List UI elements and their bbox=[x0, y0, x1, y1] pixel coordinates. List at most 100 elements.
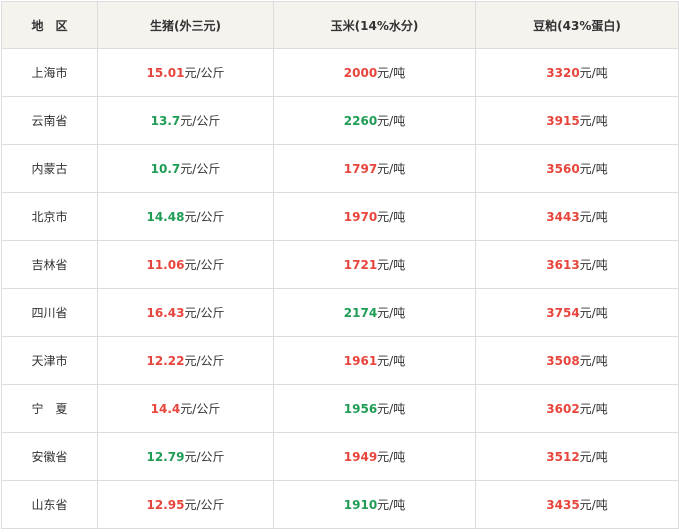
pig-price-unit: 元/公斤 bbox=[184, 258, 225, 272]
corn-price-unit: 元/吨 bbox=[377, 354, 406, 368]
table-row: 云南省 13.7元/公斤 2260元/吨 3915元/吨 bbox=[1, 96, 679, 145]
corn-price-value: 1970 bbox=[343, 210, 378, 224]
corn-price-cell: 2260元/吨 bbox=[273, 96, 476, 145]
table-row: 宁 夏 14.4元/公斤 1956元/吨 3602元/吨 bbox=[1, 384, 679, 433]
pig-price-cell: 14.4元/公斤 bbox=[97, 384, 274, 433]
pig-price-value: 10.7 bbox=[150, 162, 181, 176]
soy-price-value: 3560 bbox=[546, 162, 580, 176]
pig-price-unit: 元/公斤 bbox=[180, 162, 221, 176]
header-soy-label: 豆粕(43%蛋白) bbox=[533, 18, 621, 33]
soy-price-unit: 元/吨 bbox=[579, 354, 608, 368]
region-cell: 山东省 bbox=[1, 480, 98, 529]
soy-price-value: 3512 bbox=[546, 450, 580, 464]
soy-price-cell: 3512元/吨 bbox=[475, 432, 679, 481]
pig-price-value: 12.95 bbox=[146, 498, 185, 512]
soy-price-unit: 元/吨 bbox=[579, 162, 608, 176]
pig-price-cell: 11.06元/公斤 bbox=[97, 240, 274, 289]
pig-price-cell: 12.79元/公斤 bbox=[97, 432, 274, 481]
soy-price-unit: 元/吨 bbox=[579, 402, 608, 416]
region-cell: 安徽省 bbox=[1, 432, 98, 481]
header-region-label: 地 区 bbox=[31, 18, 68, 33]
header-soy: 豆粕(43%蛋白) bbox=[475, 1, 679, 49]
pig-price-value: 12.79 bbox=[146, 450, 185, 464]
soy-price-cell: 3915元/吨 bbox=[475, 96, 679, 145]
soy-price-cell: 3613元/吨 bbox=[475, 240, 679, 289]
table-row: 山东省 12.95元/公斤 1910元/吨 3435元/吨 bbox=[1, 480, 679, 529]
soy-price-cell: 3320元/吨 bbox=[475, 48, 679, 97]
pig-price-unit: 元/公斤 bbox=[184, 354, 225, 368]
header-corn: 玉米(14%水分) bbox=[273, 1, 476, 49]
corn-price-unit: 元/吨 bbox=[377, 258, 406, 272]
corn-price-value: 2000 bbox=[343, 66, 378, 80]
soy-price-cell: 3435元/吨 bbox=[475, 480, 679, 529]
header-pig-label: 生猪(外三元) bbox=[150, 18, 221, 33]
pig-price-unit: 元/公斤 bbox=[184, 450, 225, 464]
soy-price-unit: 元/吨 bbox=[579, 450, 608, 464]
soy-price-value: 3508 bbox=[546, 354, 580, 368]
table-header: 地 区 生猪(外三元) 玉米(14%水分) 豆粕(43%蛋白) bbox=[1, 1, 679, 49]
corn-price-unit: 元/吨 bbox=[377, 450, 406, 464]
pig-price-cell: 15.01元/公斤 bbox=[97, 48, 274, 97]
soy-price-cell: 3508元/吨 bbox=[475, 336, 679, 385]
corn-price-cell: 1949元/吨 bbox=[273, 432, 476, 481]
pig-price-unit: 元/公斤 bbox=[180, 402, 221, 416]
corn-price-cell: 1797元/吨 bbox=[273, 144, 476, 193]
soy-price-unit: 元/吨 bbox=[579, 66, 608, 80]
pig-price-cell: 13.7元/公斤 bbox=[97, 96, 274, 145]
price-table: 地 区 生猪(外三元) 玉米(14%水分) 豆粕(43%蛋白) 上海市 15.0… bbox=[1, 1, 679, 529]
pig-price-value: 14.4 bbox=[150, 402, 181, 416]
soy-price-value: 3915 bbox=[546, 114, 580, 128]
corn-price-value: 1721 bbox=[343, 258, 378, 272]
corn-price-value: 1910 bbox=[343, 498, 378, 512]
corn-price-value: 2260 bbox=[343, 114, 378, 128]
corn-price-unit: 元/吨 bbox=[377, 306, 406, 320]
table-row: 天津市 12.22元/公斤 1961元/吨 3508元/吨 bbox=[1, 336, 679, 385]
corn-price-cell: 1970元/吨 bbox=[273, 192, 476, 241]
soy-price-value: 3443 bbox=[546, 210, 580, 224]
soy-price-unit: 元/吨 bbox=[579, 114, 608, 128]
pig-price-unit: 元/公斤 bbox=[184, 306, 225, 320]
table-body: 上海市 15.01元/公斤 2000元/吨 3320元/吨 云南省 13.7元/… bbox=[1, 48, 679, 529]
table-row: 北京市 14.48元/公斤 1970元/吨 3443元/吨 bbox=[1, 192, 679, 241]
region-cell: 上海市 bbox=[1, 48, 98, 97]
corn-price-value: 2174 bbox=[343, 306, 378, 320]
pig-price-value: 15.01 bbox=[146, 66, 185, 80]
pig-price-unit: 元/公斤 bbox=[180, 114, 221, 128]
table-row: 吉林省 11.06元/公斤 1721元/吨 3613元/吨 bbox=[1, 240, 679, 289]
region-cell: 北京市 bbox=[1, 192, 98, 241]
soy-price-cell: 3754元/吨 bbox=[475, 288, 679, 337]
corn-price-cell: 1910元/吨 bbox=[273, 480, 476, 529]
table-row: 四川省 16.43元/公斤 2174元/吨 3754元/吨 bbox=[1, 288, 679, 337]
corn-price-unit: 元/吨 bbox=[377, 162, 406, 176]
soy-price-cell: 3602元/吨 bbox=[475, 384, 679, 433]
pig-price-value: 13.7 bbox=[150, 114, 181, 128]
region-cell: 内蒙古 bbox=[1, 144, 98, 193]
region-cell: 云南省 bbox=[1, 96, 98, 145]
header-corn-label: 玉米(14%水分) bbox=[330, 18, 419, 33]
soy-price-value: 3754 bbox=[546, 306, 580, 320]
region-cell: 吉林省 bbox=[1, 240, 98, 289]
table-row: 内蒙古 10.7元/公斤 1797元/吨 3560元/吨 bbox=[1, 144, 679, 193]
region-cell: 四川省 bbox=[1, 288, 98, 337]
corn-price-value: 1949 bbox=[343, 450, 378, 464]
soy-price-unit: 元/吨 bbox=[579, 210, 608, 224]
corn-price-cell: 1956元/吨 bbox=[273, 384, 476, 433]
soy-price-value: 3602 bbox=[546, 402, 580, 416]
soy-price-value: 3613 bbox=[546, 258, 580, 272]
soy-price-unit: 元/吨 bbox=[579, 306, 608, 320]
soy-price-cell: 3560元/吨 bbox=[475, 144, 679, 193]
pig-price-unit: 元/公斤 bbox=[184, 66, 225, 80]
header-pig: 生猪(外三元) bbox=[97, 1, 274, 49]
pig-price-value: 11.06 bbox=[146, 258, 185, 272]
corn-price-unit: 元/吨 bbox=[377, 402, 406, 416]
pig-price-value: 14.48 bbox=[146, 210, 185, 224]
pig-price-value: 16.43 bbox=[146, 306, 185, 320]
corn-price-cell: 1721元/吨 bbox=[273, 240, 476, 289]
corn-price-unit: 元/吨 bbox=[377, 114, 406, 128]
pig-price-cell: 12.22元/公斤 bbox=[97, 336, 274, 385]
corn-price-unit: 元/吨 bbox=[377, 498, 406, 512]
corn-price-value: 1956 bbox=[343, 402, 378, 416]
header-row: 地 区 生猪(外三元) 玉米(14%水分) 豆粕(43%蛋白) bbox=[1, 1, 679, 49]
pig-price-cell: 12.95元/公斤 bbox=[97, 480, 274, 529]
pig-price-unit: 元/公斤 bbox=[184, 498, 225, 512]
